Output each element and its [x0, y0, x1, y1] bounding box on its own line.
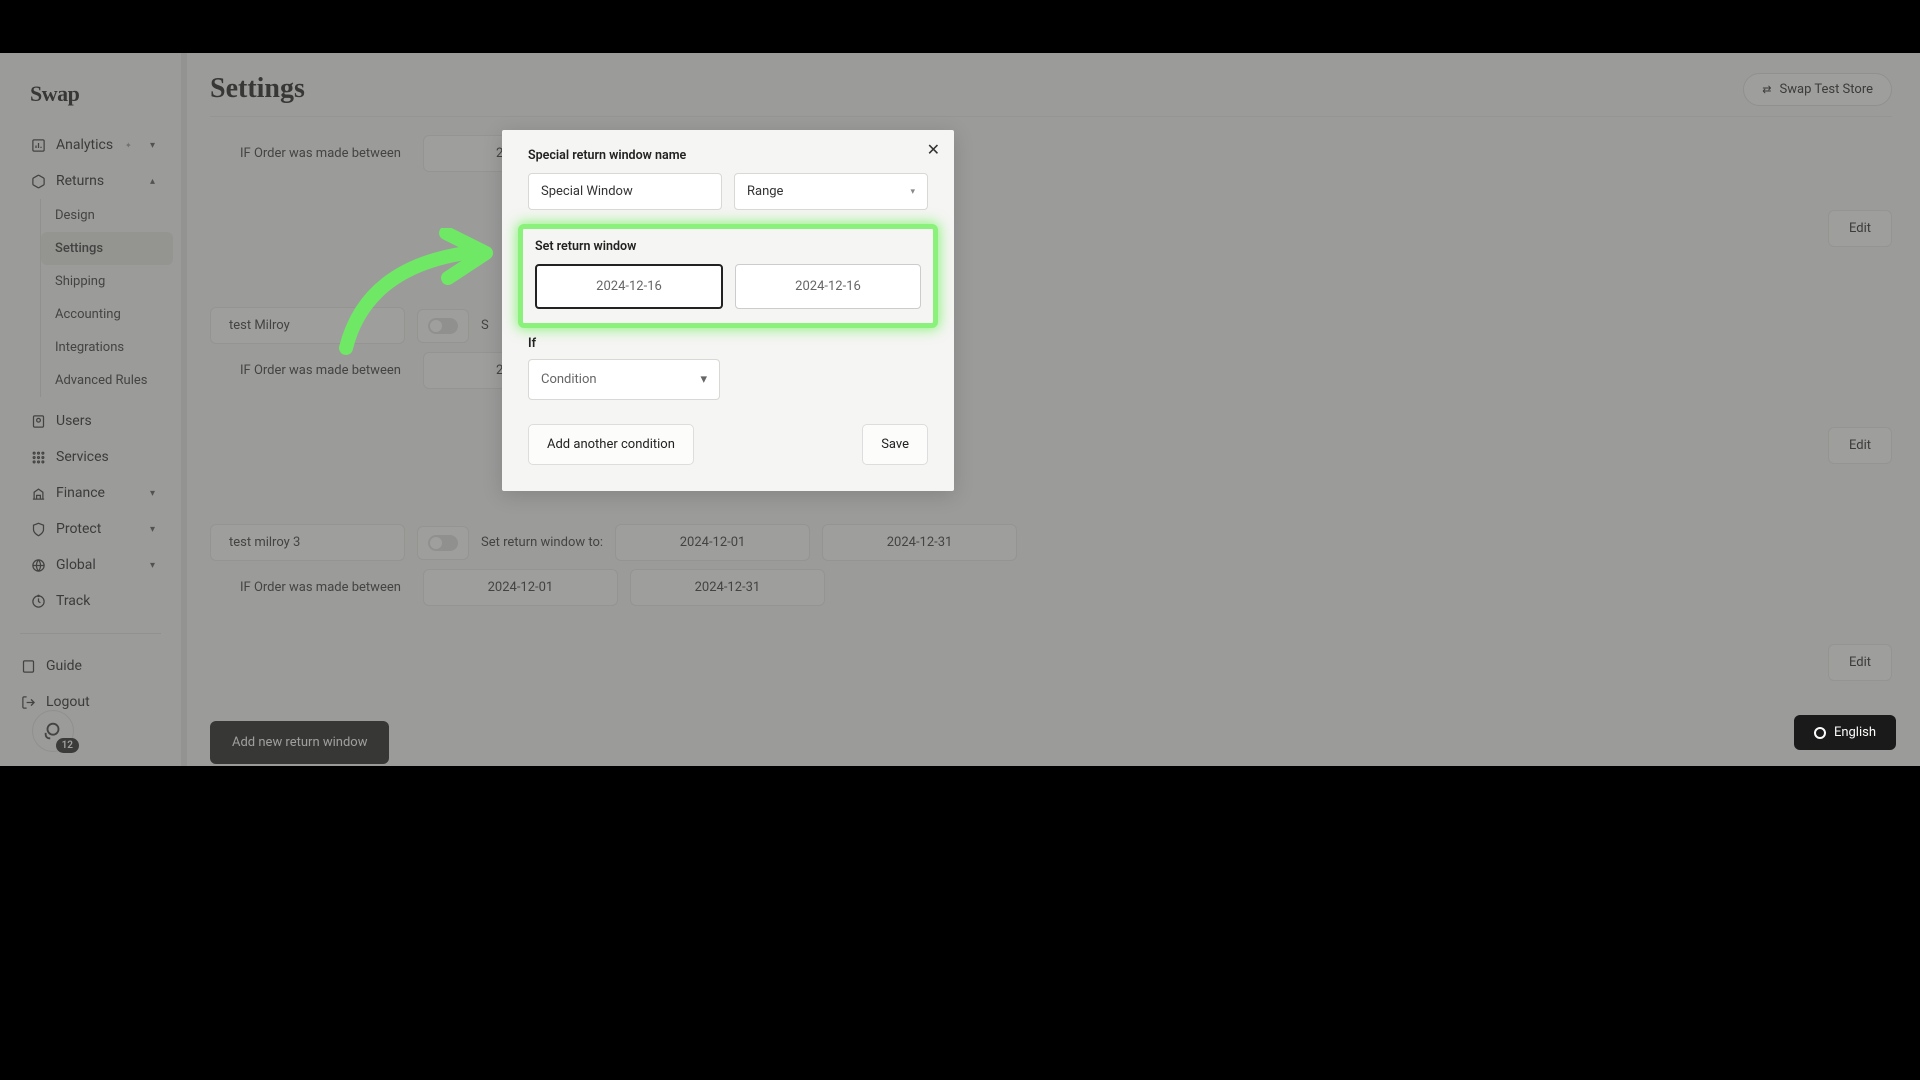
chevron-down-icon: ▾ [700, 372, 707, 387]
language-icon [1814, 727, 1826, 739]
modal-close-button[interactable]: ✕ [927, 140, 940, 159]
language-selector[interactable]: English [1794, 715, 1896, 750]
if-label: If [528, 336, 928, 351]
app-frame: Swap Analytics ✦ ▾ Returns ▴ Design Sett… [0, 53, 1920, 766]
close-icon: ✕ [927, 140, 940, 159]
set-return-window-label: Set return window [535, 239, 921, 254]
window-type-value: Range [747, 184, 783, 199]
return-window-from-input[interactable]: 2024-12-16 [535, 264, 723, 309]
modal-footer: Add another condition Save [528, 424, 928, 465]
save-button[interactable]: Save [862, 424, 928, 465]
letterbox-bottom [0, 766, 1920, 1080]
add-condition-button[interactable]: Add another condition [528, 424, 694, 465]
chevron-down-icon: ▾ [910, 187, 915, 197]
letterbox-top [0, 0, 1920, 53]
modal-backdrop[interactable] [0, 53, 1920, 766]
condition-placeholder: Condition [541, 372, 597, 387]
return-window-to-input[interactable]: 2024-12-16 [735, 264, 921, 309]
condition-select[interactable]: Condition ▾ [528, 359, 720, 400]
window-type-select[interactable]: Range ▾ [734, 173, 928, 210]
window-name-input[interactable]: Special Window [528, 173, 722, 210]
language-label: English [1834, 725, 1876, 740]
modal-name-label: Special return window name [528, 148, 928, 163]
special-return-window-modal: ✕ Special return window name Special Win… [502, 130, 954, 491]
set-return-window-highlight: Set return window 2024-12-16 2024-12-16 [518, 224, 938, 328]
